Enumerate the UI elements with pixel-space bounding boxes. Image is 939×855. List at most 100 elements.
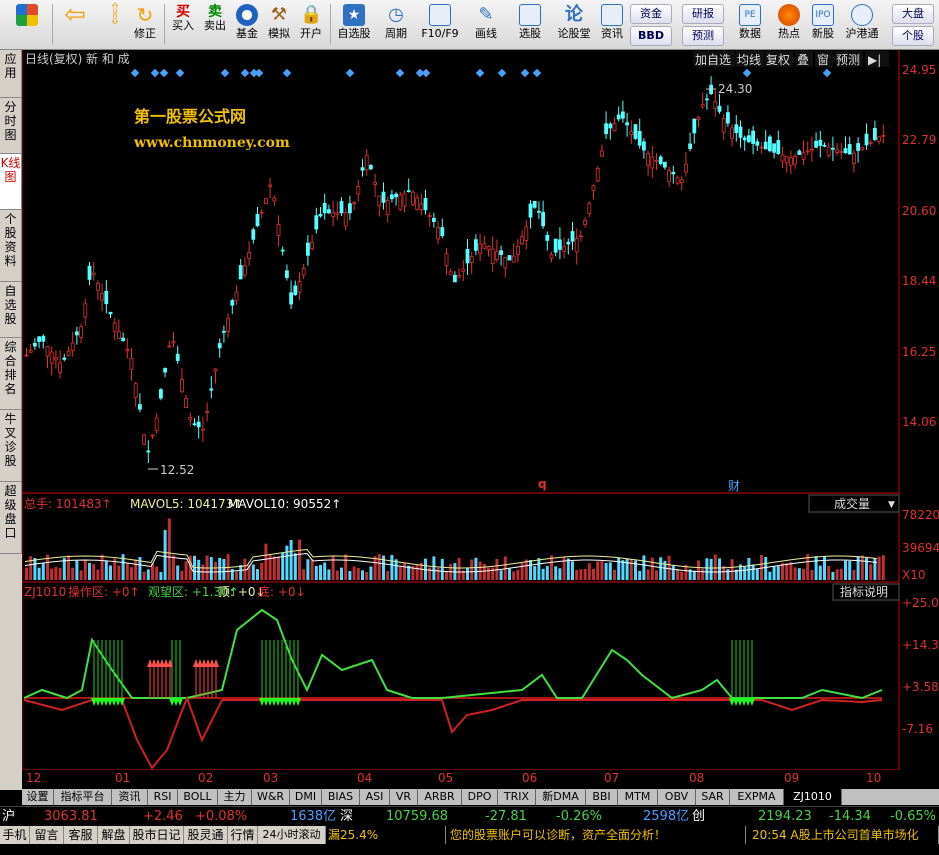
tab-sar[interactable]: SAR — [696, 789, 730, 805]
capital-button[interactable]: 资金 — [630, 4, 672, 24]
stock-tong-button[interactable]: 股灵通 — [184, 826, 228, 844]
add-watchlist-button[interactable]: 加自选 — [695, 53, 731, 67]
diary-button[interactable]: 股市日记 — [130, 826, 184, 844]
f10-button[interactable]: F10/F9 — [418, 2, 462, 48]
forecast-button[interactable]: 预测 — [682, 26, 724, 46]
ma-button[interactable]: 均线 — [737, 53, 761, 67]
draw-line-button[interactable]: ✎ 画线 — [468, 2, 504, 48]
candle-body — [826, 146, 831, 156]
price-tick: 22.79 — [902, 133, 936, 147]
app-logo-button[interactable] — [10, 2, 44, 48]
sidebar-item-apps[interactable]: 应用 — [0, 50, 22, 98]
candle-body — [230, 300, 235, 306]
tab-vr[interactable]: VR — [390, 789, 418, 805]
news-button[interactable]: 资讯 — [596, 2, 628, 48]
ticker-promo[interactable]: 您的股票账户可以诊断，资产全面分析！ — [446, 826, 746, 844]
volume-bar — [726, 569, 730, 580]
forecast-chart-button[interactable]: 预测 — [836, 53, 860, 67]
sidebar-item-watchlist[interactable]: 自选股 — [0, 282, 22, 338]
quote-button[interactable]: 行情 — [228, 826, 258, 844]
document-icon — [429, 4, 451, 26]
q-marker: q — [538, 477, 547, 491]
last-bar-button[interactable]: ▶| — [868, 53, 881, 67]
hot-button[interactable]: 热点 — [772, 2, 806, 48]
candle-body — [209, 388, 214, 391]
candle-body — [587, 202, 592, 214]
tab-new-dma[interactable]: 新DMA — [536, 789, 586, 805]
volume-bar — [403, 562, 406, 580]
period-button[interactable]: ◷ 周期 — [378, 2, 414, 48]
sidebar-item-diagnosis[interactable]: 牛叉诊股 — [0, 410, 22, 482]
sidebar-item-profile[interactable]: 个股资料 — [0, 210, 22, 282]
tab-indicator-platform[interactable]: 指标平台 — [54, 789, 112, 805]
ipo-button[interactable]: IPO 新股 — [806, 2, 840, 48]
research-button[interactable]: 研报 — [682, 4, 724, 24]
market-button[interactable]: 大盘 — [892, 4, 934, 24]
window-button[interactable]: 窗 — [817, 53, 829, 67]
hk-connect-button[interactable]: 沪港通 — [842, 2, 882, 48]
tab-asi[interactable]: ASI — [360, 789, 390, 805]
refresh-button[interactable]: ↻ 修正 — [128, 2, 162, 48]
sidebar-item-intraday[interactable]: 分时图 — [0, 98, 22, 154]
open-account-button[interactable]: 🔒 开户 — [294, 2, 328, 48]
candle-body — [83, 303, 88, 318]
back-button[interactable]: ⇦ — [58, 2, 92, 48]
up-down-button[interactable]: ⇧ ⇩ — [98, 2, 132, 48]
volume-bar — [310, 559, 314, 580]
overlay-button[interactable]: 叠 — [797, 53, 809, 67]
tab-rsi[interactable]: RSI — [148, 789, 178, 805]
indicator-help-button[interactable]: 指标说明 — [840, 584, 888, 599]
volume-bar — [327, 569, 331, 580]
candle-body — [440, 227, 445, 237]
simulate-button[interactable]: ⚒ 模拟 — [262, 2, 296, 48]
candle-body — [205, 410, 210, 413]
volume-bar — [835, 569, 839, 580]
indicator-tick: +14.33 — [902, 638, 939, 652]
stock-button[interactable]: 个股 — [892, 26, 934, 46]
tab-zj1010[interactable]: ZJ1010 — [784, 789, 842, 805]
tab-dmi[interactable]: DMI — [290, 789, 322, 805]
mobile-button[interactable]: 手机 — [0, 826, 30, 844]
sidebar-item-level2[interactable]: 超级盘口 — [0, 482, 22, 554]
tab-arbr[interactable]: ARBR — [418, 789, 462, 805]
volume-bar — [487, 567, 490, 580]
left-sidebar: 应用 分时图 K线图 个股资料 自选股 综合排名 牛叉诊股 超级盘口 — [0, 50, 22, 790]
adjust-button[interactable]: 复权 — [766, 53, 790, 67]
sidebar-item-ranking[interactable]: 综合排名 — [0, 338, 22, 410]
tab-dpo[interactable]: DPO — [462, 789, 498, 805]
ticker-news[interactable]: 20:54 A股上市公司首单市场化 — [746, 826, 939, 844]
tab-wr[interactable]: W&R — [252, 789, 290, 805]
kline-chart[interactable]: 日线(复权) 新 和 成 第一股票公式网 www.chnmoney.com 加自… — [22, 50, 939, 770]
candle-body — [297, 281, 302, 293]
data-button[interactable]: PE 数据 — [732, 2, 768, 48]
tab-trix[interactable]: TRIX — [498, 789, 536, 805]
sell-button[interactable]: 卖卖出 — [198, 2, 232, 48]
tab-bias[interactable]: BIAS — [322, 789, 360, 805]
stock-name: 新 和 成 — [86, 51, 130, 66]
chevron-down-icon: ▼ — [888, 500, 895, 510]
message-button[interactable]: 留言 — [30, 826, 64, 844]
tab-bbi[interactable]: BBI — [586, 789, 618, 805]
buy-button[interactable]: 买买入 — [166, 2, 200, 48]
tab-expma[interactable]: EXPMA — [730, 789, 784, 805]
candle-body — [797, 150, 802, 155]
sidebar-item-kline[interactable]: K线图 — [0, 154, 22, 210]
candle-body — [852, 152, 856, 165]
service-button[interactable]: 客服 — [64, 826, 98, 844]
volume-bar — [146, 569, 150, 580]
bbd-button[interactable]: BBD — [630, 26, 672, 46]
screener-button[interactable]: 选股 — [512, 2, 548, 48]
scroll-news-button[interactable]: 24小时滚动 — [258, 826, 326, 844]
tab-news[interactable]: 资讯 — [112, 789, 148, 805]
volume-bar — [621, 560, 625, 580]
tab-boll[interactable]: BOLL — [178, 789, 218, 805]
tab-settings[interactable]: 设置 — [22, 789, 54, 805]
tab-main-force[interactable]: 主力 — [218, 789, 252, 805]
forum-button[interactable]: 论论股堂 — [554, 2, 594, 48]
fund-button[interactable]: 基金 — [230, 2, 264, 48]
tab-obv[interactable]: OBV — [658, 789, 696, 805]
watchlist-button[interactable]: ★ 自选股 — [334, 2, 374, 48]
volume-dropdown[interactable]: 成交量 — [834, 496, 870, 511]
analysis-button[interactable]: 解盘 — [98, 826, 130, 844]
tab-mtm[interactable]: MTM — [618, 789, 658, 805]
